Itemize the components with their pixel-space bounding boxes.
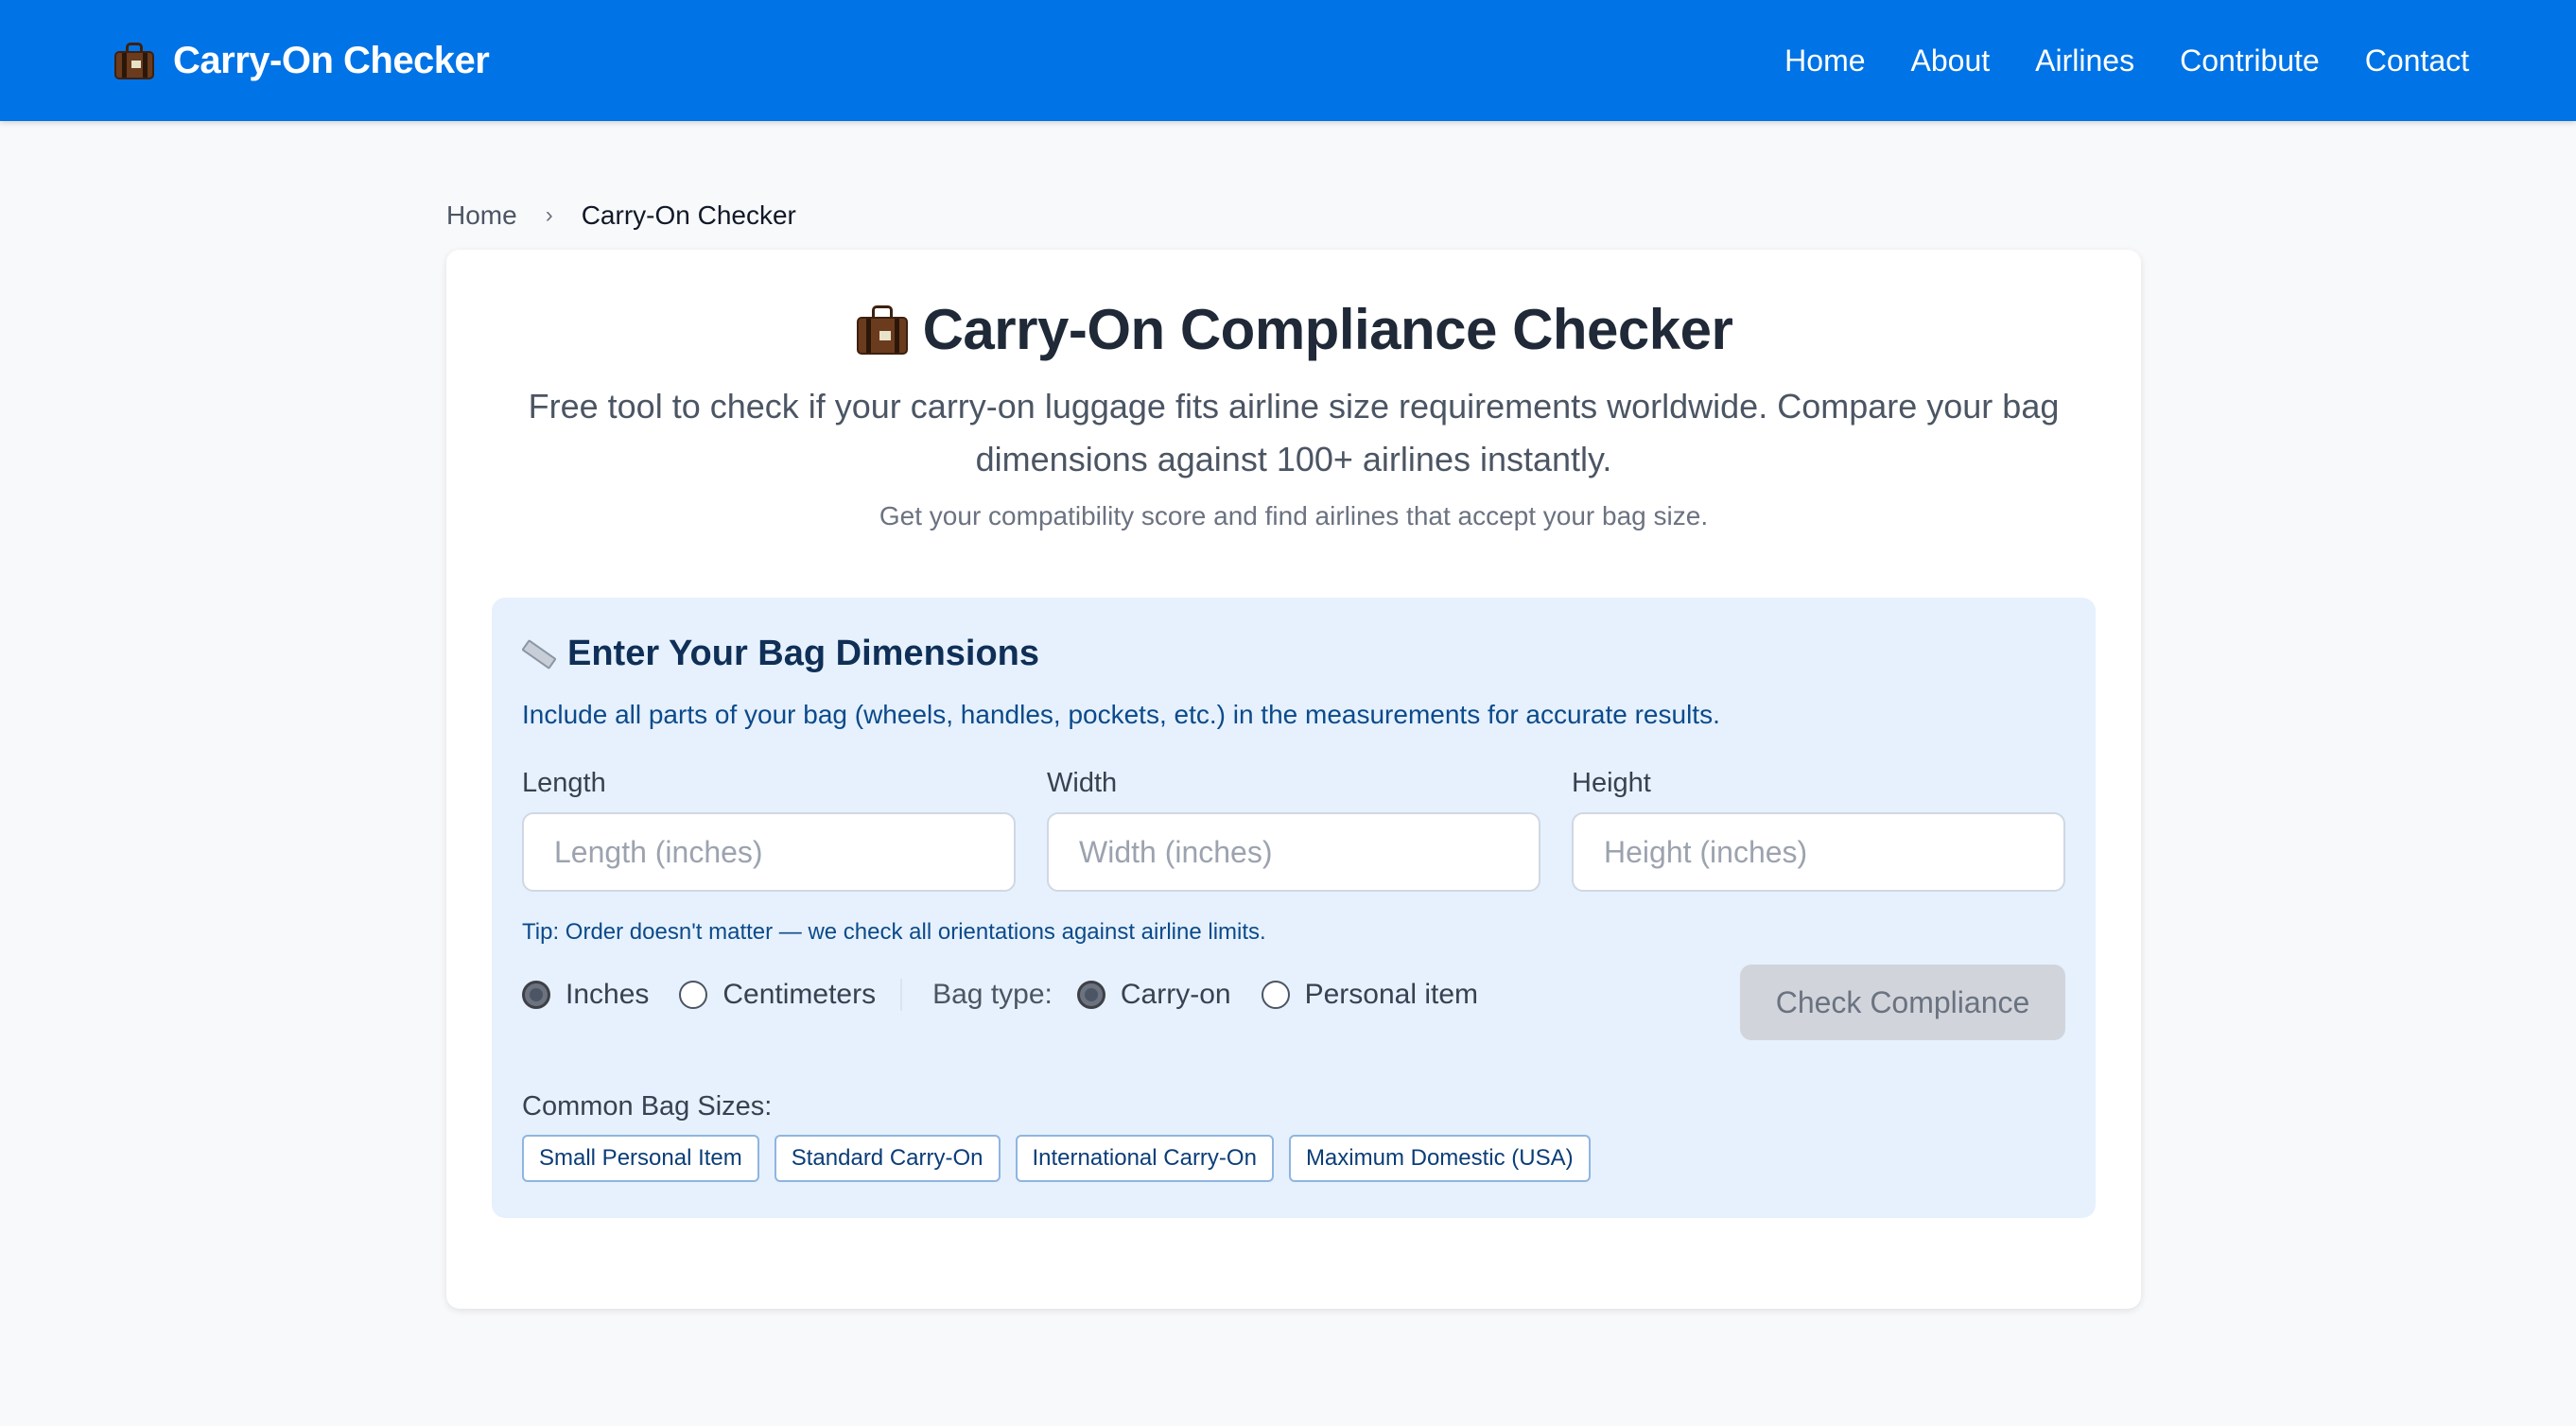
page-title: Carry-On Compliance Checker bbox=[922, 298, 1733, 361]
preset-standard-carry-on[interactable]: Standard Carry-On bbox=[774, 1135, 1001, 1182]
checker-card: Carry-On Compliance Checker Free tool to… bbox=[446, 250, 2141, 1309]
width-input[interactable] bbox=[1047, 812, 1540, 892]
nav-contact[interactable]: Contact bbox=[2365, 43, 2469, 78]
height-input[interactable] bbox=[1572, 812, 2065, 892]
suitcase-icon bbox=[855, 304, 910, 356]
nav-about[interactable]: About bbox=[1911, 43, 1991, 78]
width-field-group: Width bbox=[1047, 768, 1540, 892]
preset-small-personal-item[interactable]: Small Personal Item bbox=[522, 1135, 759, 1182]
width-label: Width bbox=[1047, 768, 1118, 798]
page-subdescription: Get your compatibility score and find ai… bbox=[879, 501, 1709, 530]
measurement-hint: Include all parts of your bag (wheels, h… bbox=[522, 700, 1720, 729]
brand-logo[interactable]: Carry-On Checker bbox=[113, 39, 490, 82]
panel-title-row: Enter Your Bag Dimensions bbox=[521, 634, 1040, 674]
common-sizes-list: Small Personal Item Standard Carry-On In… bbox=[522, 1135, 1591, 1182]
nav-airlines[interactable]: Airlines bbox=[2035, 43, 2134, 78]
unit-centimeters-label: Centimeters bbox=[722, 979, 877, 1010]
preset-international-carry-on[interactable]: International Carry-On bbox=[1015, 1135, 1274, 1182]
suitcase-icon bbox=[113, 42, 156, 79]
height-label: Height bbox=[1572, 768, 1651, 798]
main-nav: Home About Airlines Contribute Contact bbox=[1784, 43, 2469, 78]
unit-inches-option[interactable]: Inches bbox=[522, 979, 649, 1011]
page-title-row: Carry-On Compliance Checker bbox=[446, 297, 2141, 362]
orientation-tip: Tip: Order doesn't matter — we check all… bbox=[522, 919, 1266, 945]
chevron-right-icon: › bbox=[545, 202, 553, 228]
nav-contribute[interactable]: Contribute bbox=[2180, 43, 2320, 78]
bag-type-personal-item-option[interactable]: Personal item bbox=[1261, 979, 1478, 1011]
bag-type-carry-on-label: Carry-on bbox=[1120, 979, 1231, 1010]
unit-inches-label: Inches bbox=[566, 979, 650, 1010]
bag-type-label: Bag type: bbox=[932, 979, 1053, 1010]
breadcrumb-current: Carry-On Checker bbox=[581, 200, 796, 230]
options-divider bbox=[900, 979, 903, 1011]
bag-type-carry-on-option[interactable]: Carry-on bbox=[1076, 979, 1231, 1011]
options-row: Inches Centimeters Bag type: Carry-on Pe… bbox=[522, 957, 1478, 1033]
unit-centimeters-option[interactable]: Centimeters bbox=[679, 979, 876, 1011]
unit-centimeters-radio[interactable] bbox=[679, 981, 708, 1009]
length-input[interactable] bbox=[522, 812, 1016, 892]
breadcrumb: Home › Carry-On Checker bbox=[446, 200, 796, 231]
breadcrumb-home[interactable]: Home bbox=[446, 200, 517, 231]
preset-maximum-domestic-usa[interactable]: Maximum Domestic (USA) bbox=[1288, 1135, 1591, 1182]
page-description: Free tool to check if your carry-on lugg… bbox=[528, 387, 2060, 478]
top-navbar: Carry-On Checker Home About Airlines Con… bbox=[0, 0, 2576, 121]
nav-home[interactable]: Home bbox=[1784, 43, 1865, 78]
common-sizes-label: Common Bag Sizes: bbox=[522, 1091, 773, 1122]
panel-title: Enter Your Bag Dimensions bbox=[567, 634, 1040, 673]
check-compliance-button[interactable]: Check Compliance bbox=[1740, 965, 2065, 1040]
unit-inches-radio[interactable] bbox=[522, 981, 550, 1009]
brand-title: Carry-On Checker bbox=[173, 39, 490, 81]
length-field-group: Length bbox=[522, 768, 1016, 892]
dimensions-panel: Enter Your Bag Dimensions Include all pa… bbox=[492, 598, 2096, 1218]
length-label: Length bbox=[522, 768, 606, 798]
bag-type-personal-item-label: Personal item bbox=[1304, 979, 1478, 1010]
bag-type-carry-on-radio[interactable] bbox=[1076, 981, 1105, 1009]
bag-type-personal-item-radio[interactable] bbox=[1261, 981, 1290, 1009]
height-field-group: Height bbox=[1572, 768, 2065, 892]
ruler-icon bbox=[521, 638, 557, 670]
